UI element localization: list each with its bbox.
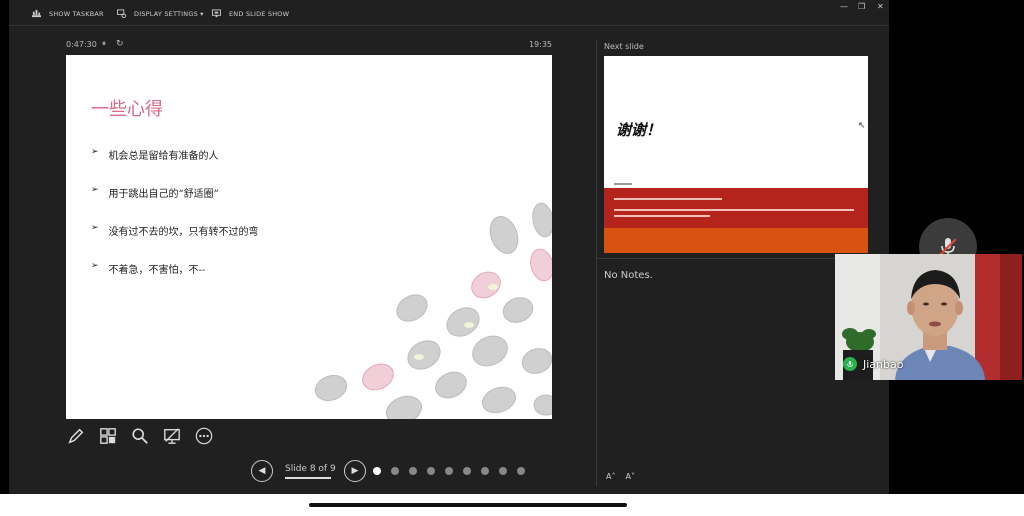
taskbar-icon	[32, 9, 41, 18]
restore-button[interactable]: ❐	[858, 2, 865, 11]
slide-dot[interactable]	[391, 467, 399, 475]
current-time: 19:35	[528, 40, 552, 49]
slide-dot[interactable]	[499, 467, 507, 475]
restart-timer-button[interactable]: ↻	[116, 39, 124, 49]
current-slide[interactable]: 一些心得 ➢ 机会总是留给有准备的人 ➢ 用于跳出自己的“舒适圈” ➢ 没有过不去的坎…	[66, 55, 552, 419]
slide-dot[interactable]	[427, 467, 435, 475]
display-settings-icon	[117, 9, 126, 18]
minimize-button[interactable]: —	[840, 2, 848, 11]
increase-font-button[interactable]: A˄	[606, 472, 615, 481]
text-line	[614, 215, 710, 217]
presenter-toolbar: SHOW TASKBAR DISPLAY SETTINGS ▾ END SLID…	[9, 0, 889, 26]
pen-tool-button[interactable]	[66, 426, 86, 446]
slide-title: 一些心得	[91, 99, 163, 120]
more-options-button[interactable]	[194, 426, 214, 446]
next-slide-red-band	[604, 188, 868, 228]
participant-name: Jianbao	[863, 358, 904, 371]
mic-active-icon	[843, 357, 857, 371]
slide-dot[interactable]	[463, 467, 471, 475]
end-slide-show-button[interactable]: END SLIDE SHOW	[212, 9, 289, 18]
grid-icon	[100, 428, 116, 444]
text-line	[614, 209, 854, 211]
show-taskbar-button[interactable]: SHOW TASKBAR	[32, 9, 104, 18]
slide-counter-underline	[285, 477, 331, 479]
next-slide-orange-band	[604, 228, 868, 253]
end-slide-show-label: END SLIDE SHOW	[229, 9, 290, 18]
next-slide-title: 谢谢！	[616, 121, 662, 139]
slide-tools	[66, 426, 214, 446]
panel-divider	[596, 40, 597, 486]
next-slide-label: Next slide	[604, 42, 644, 51]
bullet-text: 机会总是留给有准备的人	[108, 151, 219, 162]
bullet-text: 用于跳出自己的“舒适圈”	[108, 189, 219, 200]
bullet-arrow-icon: ➢	[91, 147, 99, 157]
cursor-icon: ↖	[858, 121, 866, 131]
participant-video[interactable]: Jianbao	[835, 254, 1022, 380]
magnifier-icon	[132, 428, 148, 444]
slide-counter[interactable]: Slide 8 of 9	[285, 464, 336, 474]
close-button[interactable]: ✕	[877, 2, 884, 11]
next-slide-preview[interactable]: 谢谢！ ↖	[604, 56, 868, 253]
more-icon	[195, 427, 213, 445]
bullet-arrow-icon: ➢	[91, 261, 99, 271]
screen-slash-icon	[164, 428, 180, 444]
slide-dot[interactable]	[481, 467, 489, 475]
mic-icon	[847, 360, 853, 367]
slide-dot[interactable]	[373, 467, 381, 475]
bullet-text: 没有过不去的坎，只有转不过的弯	[108, 227, 259, 238]
speaker-notes: No Notes.	[604, 270, 653, 281]
next-slide-button[interactable]: ▶	[344, 460, 366, 482]
slide-bullet-list: ➢ 机会总是留给有准备的人 ➢ 用于跳出自己的“舒适圈” ➢ 没有过不去的坎，只有转不…	[91, 147, 259, 299]
bullet-arrow-icon: ➢	[91, 185, 99, 195]
end-show-icon	[212, 9, 221, 18]
black-screen-button[interactable]	[162, 426, 182, 446]
slide-dot[interactable]	[445, 467, 453, 475]
list-item: ➢ 机会总是留给有准备的人	[91, 147, 259, 185]
notes-font-controls: A˄ A˅	[606, 472, 635, 481]
list-item: ➢ 不着急，不害怕，不--	[91, 261, 259, 299]
bullet-arrow-icon: ➢	[91, 223, 99, 233]
list-item: ➢ 没有过不去的坎，只有转不过的弯	[91, 223, 259, 261]
display-settings-button[interactable]: DISPLAY SETTINGS ▾	[117, 9, 204, 18]
slide-dots	[373, 467, 525, 475]
slide-dot[interactable]	[409, 467, 417, 475]
elapsed-timer: 0:47:30	[66, 40, 97, 49]
timer-row: 0:47:30 ⏸ ↻ 19:35	[66, 39, 552, 52]
presenter-view: SHOW TASKBAR DISPLAY SETTINGS ▾ END SLID…	[9, 0, 889, 494]
home-indicator[interactable]	[309, 503, 627, 507]
chevron-left-icon: ◀	[258, 466, 266, 476]
list-item: ➢ 用于跳出自己的“舒适圈”	[91, 185, 259, 223]
display-settings-label: DISPLAY SETTINGS ▾	[134, 9, 204, 18]
previous-slide-button[interactable]: ◀	[251, 460, 273, 482]
text-line	[614, 198, 722, 200]
pause-timer-button[interactable]: ⏸	[102, 39, 106, 49]
pen-icon	[68, 428, 84, 444]
zoom-button[interactable]	[130, 426, 150, 446]
next-slide-caption-line	[614, 183, 632, 185]
chevron-right-icon: ▶	[351, 466, 359, 476]
see-all-slides-button[interactable]	[98, 426, 118, 446]
decrease-font-button[interactable]: A˅	[625, 472, 634, 481]
bullet-text: 不着急，不害怕，不--	[108, 265, 206, 276]
show-taskbar-label: SHOW TASKBAR	[49, 9, 104, 18]
slide-dot[interactable]	[517, 467, 525, 475]
